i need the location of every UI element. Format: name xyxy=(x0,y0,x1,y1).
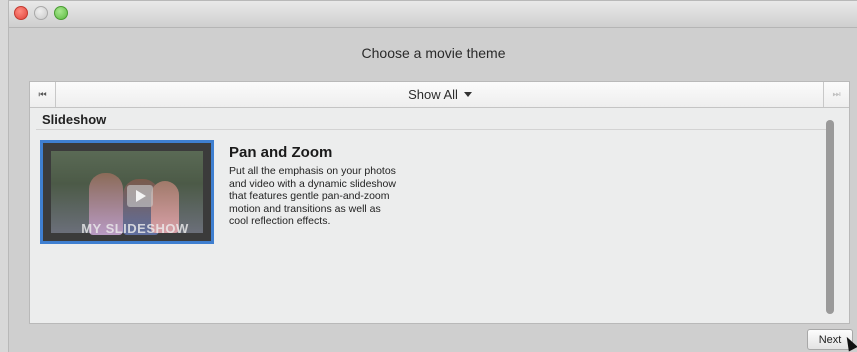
section-header: Slideshow xyxy=(42,112,107,127)
previous-page-button[interactable]: ⏮ xyxy=(30,82,56,107)
zoom-icon[interactable] xyxy=(54,6,68,20)
thumbnail-caption: MY SLIDESHOW xyxy=(81,221,189,236)
theme-chooser-window: Choose a movie theme ⏮ Show All ⏭ Slides… xyxy=(8,0,857,352)
theme-nav-bar: ⏮ Show All ⏭ xyxy=(30,82,849,108)
vertical-scrollbar[interactable] xyxy=(826,120,834,314)
filter-label: Show All xyxy=(408,87,458,102)
theme-title: Pan and Zoom xyxy=(229,144,333,161)
theme-panel: ⏮ Show All ⏭ Slideshow MY SLIDESHOW Pan … xyxy=(29,81,850,324)
section-divider xyxy=(36,129,831,130)
next-page-button[interactable]: ⏭ xyxy=(823,82,849,107)
play-icon[interactable] xyxy=(127,185,153,207)
minimize-icon[interactable] xyxy=(34,6,48,20)
theme-thumbnail[interactable]: MY SLIDESHOW xyxy=(40,140,214,244)
scrollbar-thumb[interactable] xyxy=(826,120,834,314)
chevron-down-icon xyxy=(463,92,472,97)
show-all-dropdown[interactable]: Show All xyxy=(390,82,490,107)
title-bar xyxy=(9,1,857,28)
theme-description: Put all the emphasis on your photos and … xyxy=(229,165,396,228)
close-icon[interactable] xyxy=(14,6,28,20)
rewind-icon: ⏮ xyxy=(38,89,47,99)
dialog-title: Choose a movie theme xyxy=(361,45,506,61)
thumbnail-photo: MY SLIDESHOW xyxy=(51,151,203,236)
fast-forward-icon: ⏭ xyxy=(832,89,841,99)
